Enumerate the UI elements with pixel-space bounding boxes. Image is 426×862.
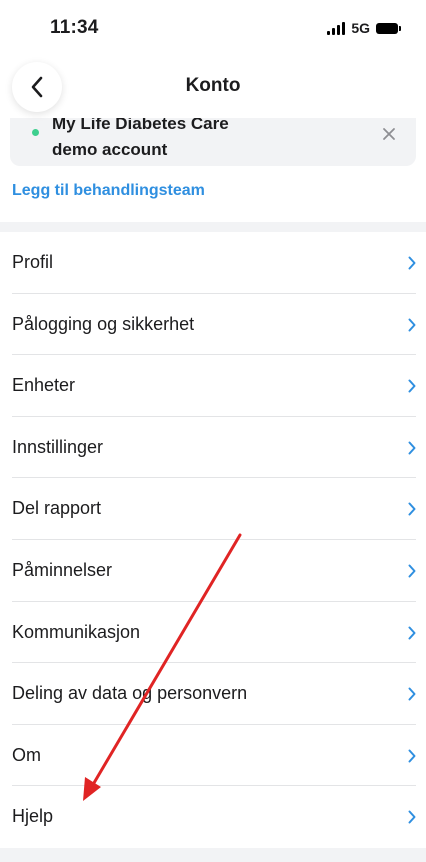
menu-item-label: Enheter bbox=[12, 375, 76, 396]
menu-item-label: Hjelp bbox=[12, 806, 54, 827]
care-team-card[interactable]: My Life Diabetes Care demo account bbox=[10, 118, 416, 166]
chevron-right-icon bbox=[408, 749, 416, 763]
menu-item-label: Deling av data og personvern bbox=[12, 683, 248, 704]
nav-bar: Konto bbox=[0, 56, 426, 118]
chevron-right-icon bbox=[408, 687, 416, 701]
menu-item-help[interactable]: Hjelp bbox=[0, 786, 426, 848]
care-team-section: My Life Diabetes Care demo account Legg … bbox=[0, 118, 426, 222]
menu-item-profil[interactable]: Profil bbox=[0, 232, 426, 294]
chevron-right-icon bbox=[408, 810, 416, 824]
menu-item-label: Innstillinger bbox=[12, 436, 104, 457]
battery-icon bbox=[376, 22, 401, 34]
chevron-right-icon bbox=[408, 626, 416, 640]
chevron-right-icon bbox=[408, 379, 416, 393]
menu-item-data-privacy[interactable]: Deling av data og personvern bbox=[0, 663, 426, 725]
signal-icon bbox=[327, 21, 346, 35]
chevron-right-icon bbox=[408, 564, 416, 578]
care-team-name: My Life Diabetes Care bbox=[52, 118, 229, 133]
account-menu: Profil Pålogging og sikkerhet Enheter In… bbox=[0, 232, 426, 848]
chevron-right-icon bbox=[408, 502, 416, 516]
menu-item-devices[interactable]: Enheter bbox=[0, 355, 426, 417]
menu-item-communication[interactable]: Kommunikasjon bbox=[0, 602, 426, 664]
add-care-team-link[interactable]: Legg til behandlingsteam bbox=[12, 182, 205, 200]
menu-item-label: Kommunikasjon bbox=[12, 621, 141, 642]
menu-item-about[interactable]: Om bbox=[0, 725, 426, 787]
close-icon[interactable] bbox=[380, 125, 398, 143]
menu-item-label: Om bbox=[12, 744, 41, 765]
status-dot bbox=[32, 129, 39, 136]
status-icons: 5G bbox=[327, 20, 401, 36]
menu-item-label: Pålogging og sikkerhet bbox=[12, 313, 195, 334]
menu-item-reminders[interactable]: Påminnelser bbox=[0, 540, 426, 602]
menu-item-label: Del rapport bbox=[12, 498, 102, 519]
care-team-name-line2: demo account bbox=[52, 140, 168, 159]
network-type: 5G bbox=[351, 20, 370, 36]
status-time: 11:34 bbox=[50, 17, 99, 38]
chevron-right-icon bbox=[408, 318, 416, 332]
menu-item-label: Profil bbox=[12, 252, 54, 272]
status-bar: 11:34 5G bbox=[0, 0, 426, 56]
menu-item-label: Påminnelser bbox=[12, 559, 113, 580]
menu-item-settings[interactable]: Innstillinger bbox=[0, 417, 426, 479]
menu-item-share-report[interactable]: Del rapport bbox=[0, 478, 426, 540]
menu-item-login-security[interactable]: Pålogging og sikkerhet bbox=[0, 294, 426, 356]
page-title: Konto bbox=[185, 75, 241, 96]
chevron-right-icon bbox=[408, 441, 416, 455]
chevron-right-icon bbox=[408, 256, 416, 270]
